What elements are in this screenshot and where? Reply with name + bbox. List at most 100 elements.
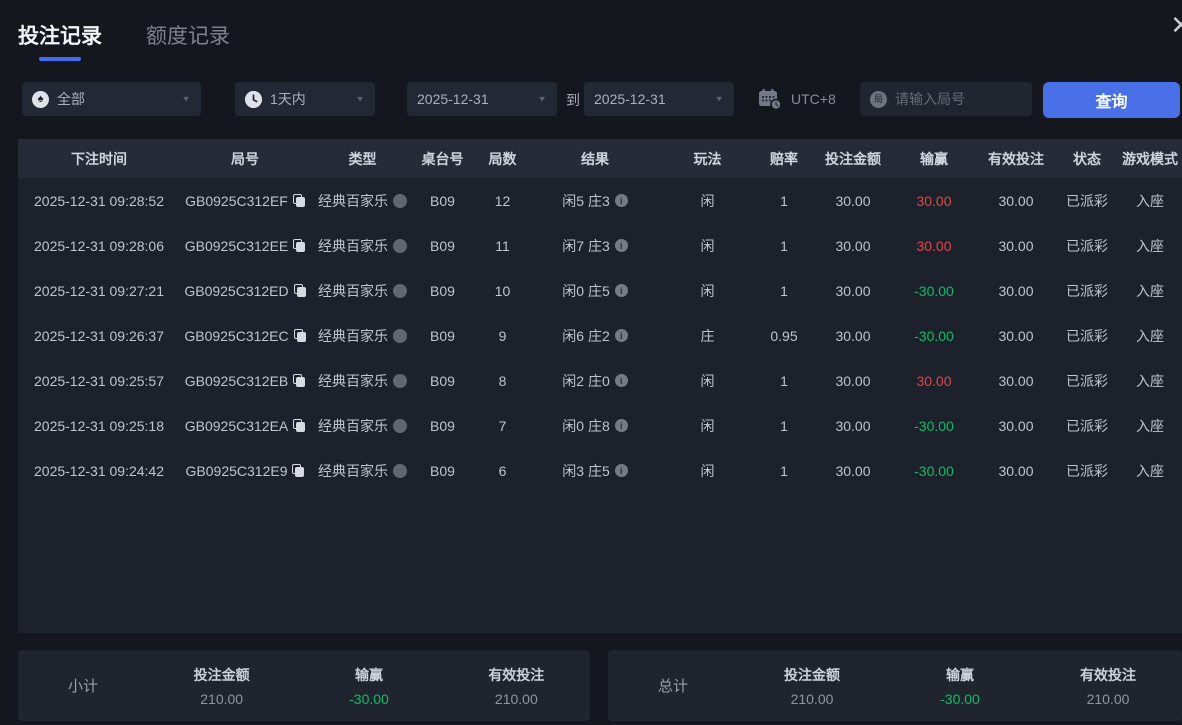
cell-game-mode: 入座 — [1112, 236, 1182, 256]
game-type-value: 全部 — [57, 89, 85, 109]
time-range-dropdown[interactable]: 1天内 ▼ — [235, 82, 375, 116]
info-icon[interactable]: i — [615, 194, 628, 207]
tab-bar: 投注记录 额度记录 — [18, 20, 230, 61]
copy-icon[interactable] — [293, 419, 305, 432]
cell-win-loss: -30.00 — [898, 328, 970, 344]
copy-icon[interactable] — [293, 374, 305, 387]
tab-bet-records[interactable]: 投注记录 — [18, 20, 102, 61]
cell-round-no: 12 — [470, 193, 535, 209]
cell-round-id: GB0925C312EE — [180, 238, 310, 254]
copy-icon[interactable] — [294, 329, 306, 342]
cell-play: 闲 — [655, 191, 760, 211]
column-header: 玩法 — [655, 149, 760, 169]
subtotal-bet-amount: 投注金额 210.00 — [148, 665, 295, 707]
calendar-clock-icon[interactable] — [758, 88, 782, 110]
timezone-indicator: UTC+8 — [758, 88, 836, 110]
tab-quota-records[interactable]: 额度记录 — [146, 20, 230, 61]
table-row[interactable]: 2025-12-31 09:25:57 GB0925C312EB 经典百家乐 B… — [18, 358, 1182, 403]
round-number-input[interactable] — [895, 91, 1005, 107]
column-header: 状态 — [1062, 149, 1112, 169]
copy-icon[interactable] — [293, 194, 305, 207]
cell-game-mode: 入座 — [1112, 326, 1182, 346]
date-from-dropdown[interactable]: 2025-12-31 ▼ — [407, 82, 557, 116]
cell-result: 闲0 庄8 i — [535, 416, 655, 436]
info-icon[interactable]: i — [615, 374, 628, 387]
cell-bet-time: 2025-12-31 09:26:37 — [18, 328, 180, 344]
cell-bet-amount: 30.00 — [808, 283, 898, 299]
cell-table-no: B09 — [415, 373, 470, 389]
table-row[interactable]: 2025-12-31 09:24:42 GB0925C312E9 经典百家乐 B… — [18, 448, 1182, 493]
cell-round-id: GB0925C312ED — [180, 283, 310, 299]
column-header: 局号 — [180, 149, 310, 169]
game-type-dropdown[interactable]: ♠ 全部 ▼ — [22, 82, 201, 116]
chevron-down-icon: ▼ — [181, 95, 191, 104]
game-logo-icon — [393, 239, 407, 253]
cell-bet-time: 2025-12-31 09:28:06 — [18, 238, 180, 254]
cell-game-mode: 入座 — [1112, 461, 1182, 481]
round-number-icon: 局 — [870, 91, 887, 108]
cell-win-loss: -30.00 — [898, 283, 970, 299]
table-row[interactable]: 2025-12-31 09:28:52 GB0925C312EF 经典百家乐 B… — [18, 178, 1182, 223]
cell-valid-bet: 30.00 — [970, 283, 1062, 299]
cell-round-id: GB0925C312EB — [180, 373, 310, 389]
copy-icon[interactable] — [293, 239, 305, 252]
cell-bet-time: 2025-12-31 09:24:42 — [18, 463, 180, 479]
total-label: 总计 — [608, 675, 738, 696]
cell-status: 已派彩 — [1062, 326, 1112, 346]
cell-game-mode: 入座 — [1112, 281, 1182, 301]
table-row[interactable]: 2025-12-31 09:27:21 GB0925C312ED 经典百家乐 B… — [18, 268, 1182, 313]
table-row[interactable]: 2025-12-31 09:25:18 GB0925C312EA 经典百家乐 B… — [18, 403, 1182, 448]
date-to-dropdown[interactable]: 2025-12-31 ▼ — [584, 82, 734, 116]
cell-bet-time: 2025-12-31 09:27:21 — [18, 283, 180, 299]
info-icon[interactable]: i — [615, 284, 628, 297]
info-icon[interactable]: i — [615, 239, 628, 252]
cell-status: 已派彩 — [1062, 281, 1112, 301]
game-logo-icon — [393, 464, 407, 478]
cell-round-no: 7 — [470, 418, 535, 434]
table-body: 2025-12-31 09:28:52 GB0925C312EF 经典百家乐 B… — [18, 178, 1182, 633]
cell-win-loss: -30.00 — [898, 418, 970, 434]
cell-valid-bet: 30.00 — [970, 193, 1062, 209]
cell-play: 闲 — [655, 281, 760, 301]
date-from-value: 2025-12-31 — [417, 91, 489, 107]
info-icon[interactable]: i — [615, 329, 628, 342]
timezone-label: UTC+8 — [791, 91, 836, 107]
chevron-down-icon: ▼ — [714, 95, 724, 104]
cell-round-no: 11 — [470, 238, 535, 254]
game-logo-icon — [393, 194, 407, 208]
cell-result: 闲5 庄3 i — [535, 191, 655, 211]
info-icon[interactable]: i — [615, 464, 628, 477]
copy-icon[interactable] — [292, 464, 304, 477]
copy-icon[interactable] — [294, 284, 306, 297]
cell-game-type: 经典百家乐 — [310, 236, 415, 256]
close-icon[interactable]: ✕ — [1170, 10, 1182, 41]
table-row[interactable]: 2025-12-31 09:26:37 GB0925C312EC 经典百家乐 B… — [18, 313, 1182, 358]
cell-game-type: 经典百家乐 — [310, 326, 415, 346]
round-search-field[interactable]: 局 — [860, 82, 1032, 116]
cell-game-mode: 入座 — [1112, 371, 1182, 391]
cell-table-no: B09 — [415, 238, 470, 254]
cell-odds: 1 — [760, 193, 808, 209]
cell-round-id: GB0925C312EC — [180, 328, 310, 344]
column-header: 结果 — [535, 149, 655, 169]
cell-status: 已派彩 — [1062, 371, 1112, 391]
cell-win-loss: -30.00 — [898, 463, 970, 479]
info-icon[interactable]: i — [615, 419, 628, 432]
cell-odds: 1 — [760, 463, 808, 479]
cell-status: 已派彩 — [1062, 461, 1112, 481]
cell-round-id: GB0925C312E9 — [180, 463, 310, 479]
cell-odds: 1 — [760, 418, 808, 434]
query-button[interactable]: 查询 — [1043, 82, 1180, 118]
cell-round-no: 6 — [470, 463, 535, 479]
cell-play: 庄 — [655, 326, 760, 346]
table-header: 下注时间局号类型桌台号局数结果玩法赔率投注金额输赢有效投注状态游戏模式 — [18, 139, 1182, 178]
cell-odds: 0.95 — [760, 328, 808, 344]
column-header: 游戏模式 — [1112, 149, 1182, 169]
cell-table-no: B09 — [415, 283, 470, 299]
total-win-loss: 输赢 -30.00 — [886, 665, 1034, 707]
subtotal-label: 小计 — [18, 675, 148, 696]
table-row[interactable]: 2025-12-31 09:28:06 GB0925C312EE 经典百家乐 B… — [18, 223, 1182, 268]
cell-status: 已派彩 — [1062, 191, 1112, 211]
cell-bet-time: 2025-12-31 09:28:52 — [18, 193, 180, 209]
game-logo-icon — [393, 329, 407, 343]
